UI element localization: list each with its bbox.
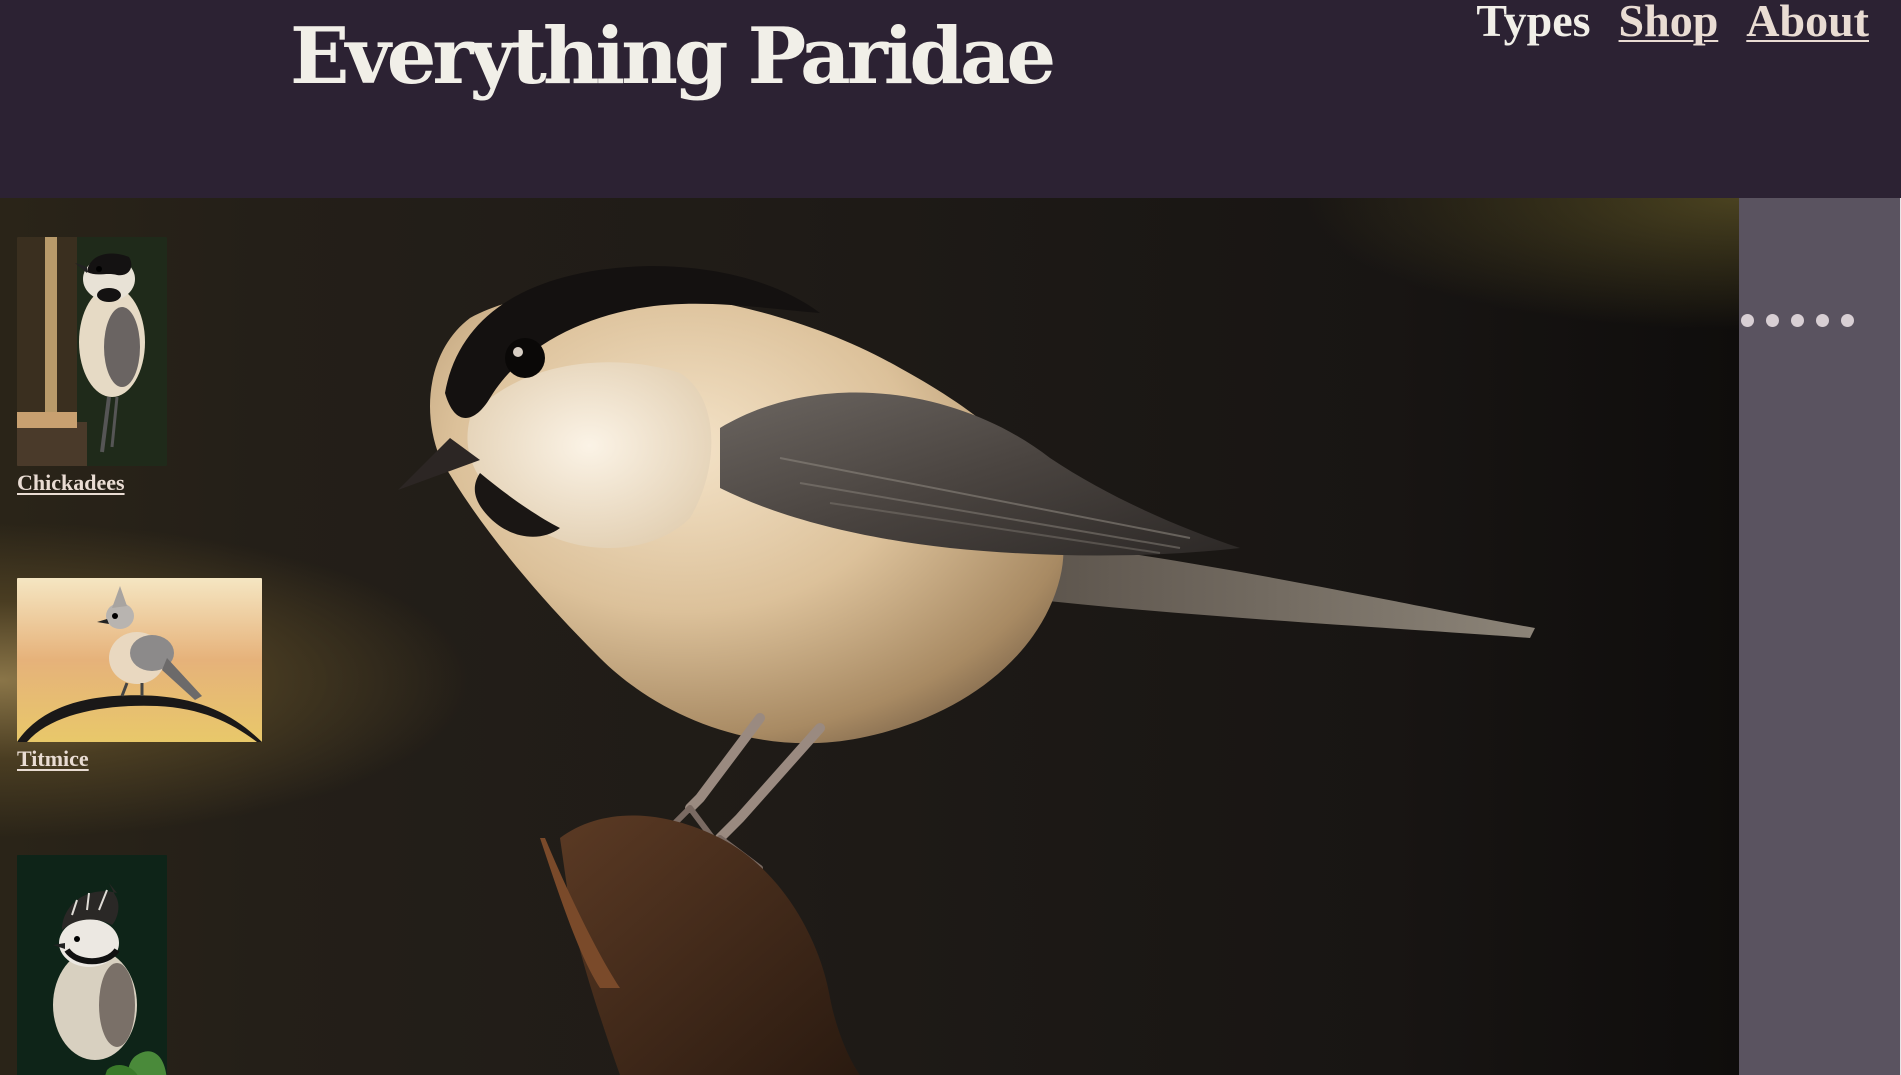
carousel-dots — [1741, 314, 1854, 327]
nav-about[interactable]: About — [1746, 0, 1869, 47]
category-chickadees: Chickadees — [17, 237, 167, 496]
titmouse-photo[interactable] — [17, 578, 262, 742]
chickadee-photo[interactable] — [17, 237, 167, 466]
carousel-dot-5[interactable] — [1841, 314, 1854, 327]
site-header: Everything Paridae Types Shop About — [0, 0, 1901, 198]
main-nav: Types Shop About — [1476, 0, 1869, 47]
carousel-dot-4[interactable] — [1816, 314, 1829, 327]
category-label-titmice[interactable]: Titmice — [17, 746, 89, 772]
category-crested-tits — [17, 855, 167, 1075]
nav-types[interactable]: Types — [1476, 0, 1590, 47]
carousel-dot-3[interactable] — [1791, 314, 1804, 327]
nav-shop[interactable]: Shop — [1619, 0, 1719, 47]
carousel-dot-2[interactable] — [1766, 314, 1779, 327]
page: Everything Paridae Types Shop About Chic… — [0, 0, 1901, 1075]
crested-tit-photo[interactable] — [17, 855, 167, 1075]
category-label-chickadees[interactable]: Chickadees — [17, 470, 125, 496]
carousel-dot-1[interactable] — [1741, 314, 1754, 327]
carousel-side-panel — [1739, 198, 1901, 1075]
category-titmice: Titmice — [17, 578, 262, 772]
site-title: Everything Paridae — [290, 11, 1056, 102]
